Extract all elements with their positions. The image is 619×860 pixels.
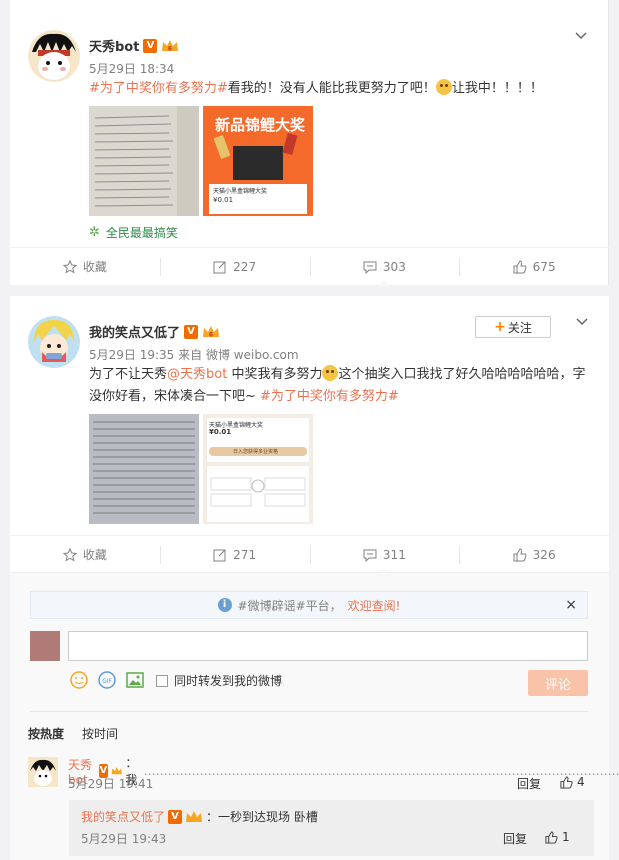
promo-title: 新品锦鲤大奖 <box>215 116 306 134</box>
doge-emoji-icon <box>322 365 339 381</box>
comment-like-button[interactable]: 4 <box>560 775 585 789</box>
rumor-notice: i #微博辟谣#平台， 欢迎查阅! × <box>30 591 588 619</box>
thumbs-up-icon <box>513 547 527 561</box>
sort-by-hot[interactable]: 按热度 <box>28 725 64 742</box>
mention-link[interactable]: @天秀bot <box>167 367 227 382</box>
comment-button[interactable]: 303 <box>309 248 460 286</box>
verified-v-icon: V <box>184 324 199 339</box>
svg-text:6: 6 <box>209 331 213 338</box>
verified-v-icon: V <box>143 38 158 53</box>
action-bar: 收藏 271 311 326 <box>10 535 609 574</box>
star-icon <box>62 547 77 562</box>
close-icon[interactable]: × <box>565 597 577 613</box>
divider <box>30 711 588 712</box>
post-source[interactable]: 微博 weibo.com <box>206 348 299 362</box>
comment-time: 5月29日 19:41 <box>68 777 154 791</box>
post-images: 新品锦鲤大奖 天猫小黑盒锦鲤大奖 ¥0.01 <box>89 106 313 216</box>
funny-tag[interactable]: ✲ 全民最最搞笑 <box>89 224 178 241</box>
chevron-down-icon[interactable] <box>574 28 588 42</box>
action-bar: 收藏 227 303 675 <box>10 247 609 286</box>
screenshot-button: 日入您获得多业资格 <box>233 449 279 455</box>
post-card-2: 我的笑点又低了 V 6 + 关注 5月29日 19:35 来自 微博 weibo… <box>10 296 609 574</box>
sub-reply-item: 我的笑点又低了 V ：一秒到达现场 卧槽 <box>81 808 318 825</box>
post-comment-button[interactable]: 评论 <box>528 670 588 696</box>
vip-crown-icon: 6 <box>203 325 220 338</box>
favorite-button[interactable]: 收藏 <box>10 248 160 285</box>
post-author[interactable]: 我的笑点又低了 V 6 <box>89 322 220 341</box>
post-time[interactable]: 5月29日 19:35 <box>89 348 174 362</box>
post-meta: 5月29日 19:35 来自 微博 weibo.com <box>89 348 299 362</box>
image-thumbnail-promo[interactable]: 新品锦鲤大奖 天猫小黑盒锦鲤大奖 ¥0.01 <box>203 106 313 216</box>
vip-crown-icon <box>186 810 203 822</box>
comment-section: i #微博辟谣#平台， 欢迎查阅! × GIF 同时转发到我的微博 评论 按热度… <box>10 572 619 860</box>
thumbs-up-icon <box>560 775 573 789</box>
favorite-button[interactable]: 收藏 <box>10 536 160 573</box>
reply-button[interactable]: 回复 <box>517 775 541 792</box>
rumor-link[interactable]: 欢迎查阅! <box>348 597 401 614</box>
gif-icon[interactable]: GIF <box>98 671 116 689</box>
post-images: 天猫小黑盒锦鲤大奖 ¥0.01 日入您获得多业资格 <box>89 414 313 524</box>
like-button[interactable]: 326 <box>459 536 609 573</box>
post-author[interactable]: 天秀bot V 6 <box>89 36 179 55</box>
sub-reply-time: 5月29日 19:43 <box>81 832 167 846</box>
like-button[interactable]: 675 <box>459 248 609 285</box>
sub-reply-author[interactable]: 我的笑点又低了 <box>81 808 165 825</box>
reply-button[interactable]: 回复 <box>503 830 527 847</box>
sort-by-time[interactable]: 按时间 <box>82 725 118 742</box>
my-avatar <box>30 631 60 661</box>
verified-v-icon: V <box>168 809 183 824</box>
repost-button[interactable]: 227 <box>159 248 310 285</box>
topic-link[interactable]: #为了中奖你有多努力# <box>260 389 399 404</box>
svg-text:6: 6 <box>168 45 172 52</box>
post-text: 为了不让天秀@天秀bot 中奖我有多努力 这个抽奖入口我找了好久哈哈哈哈哈哈，字没… <box>89 365 586 404</box>
comment-like-button[interactable]: 1 <box>545 830 570 844</box>
repost-icon <box>213 549 226 561</box>
info-icon: i <box>217 598 232 612</box>
vip-crown-icon: 6 <box>162 39 179 52</box>
emoji-icon[interactable] <box>70 671 88 689</box>
thumbs-up-icon <box>513 259 527 273</box>
image-icon[interactable] <box>126 671 144 689</box>
plus-icon: + <box>494 319 506 335</box>
comment-button[interactable]: 311 <box>309 536 460 574</box>
repost-button[interactable]: 271 <box>159 536 310 573</box>
screenshot-price: ¥0.01 <box>209 428 232 436</box>
comment-sort: 按热度 按时间 <box>28 725 118 742</box>
comment-icon <box>363 261 377 274</box>
pinwheel-icon: ✲ <box>89 225 100 240</box>
comment-input[interactable] <box>68 631 588 661</box>
repost-icon <box>213 261 226 273</box>
image-thumbnail-handwriting[interactable] <box>89 106 199 216</box>
thumbs-up-icon <box>545 830 558 844</box>
comment-avatar[interactable] <box>28 757 58 787</box>
post-text: #为了中奖你有多努力#看我的！没有人能比我更努力了吧！ 让我中！！！！ <box>89 79 543 96</box>
chevron-down-icon[interactable] <box>575 314 589 328</box>
promo-subtitle: 天猫小黑盒锦鲤大奖 <box>213 188 268 195</box>
sub-reply: 我的笑点又低了 V ：一秒到达现场 卧槽 5月29日 19:43 回复 1 <box>69 800 594 856</box>
follow-button[interactable]: + 关注 <box>475 316 551 338</box>
sub-reply-text: ：一秒到达现场 卧槽 <box>206 810 318 824</box>
post-time[interactable]: 5月29日 18:34 <box>89 60 174 77</box>
comment-ellipsis: ………………………………………………………………………………………………………… <box>143 764 619 778</box>
avatar[interactable] <box>28 30 80 82</box>
image-thumbnail-handwriting[interactable] <box>89 414 199 524</box>
topic-link[interactable]: #为了中奖你有多努力# <box>89 81 228 96</box>
post-card-1: 天秀bot V 6 5月29日 18:34 #为了中奖你有多努力#看我的！没有人… <box>10 0 609 286</box>
image-thumbnail-screenshot[interactable]: 天猫小黑盒锦鲤大奖 ¥0.01 日入您获得多业资格 <box>203 414 313 524</box>
sync-repost-option[interactable]: 同时转发到我的微博 <box>156 672 282 689</box>
avatar[interactable] <box>28 316 80 368</box>
sync-checkbox[interactable] <box>156 674 168 687</box>
star-icon <box>62 259 77 274</box>
svg-text:GIF: GIF <box>102 678 112 685</box>
author-name[interactable]: 天秀bot <box>89 36 139 55</box>
doge-emoji-icon <box>435 79 452 95</box>
comment-icon <box>363 549 377 562</box>
promo-price: ¥0.01 <box>213 196 234 204</box>
author-name[interactable]: 我的笑点又低了 <box>89 322 180 341</box>
